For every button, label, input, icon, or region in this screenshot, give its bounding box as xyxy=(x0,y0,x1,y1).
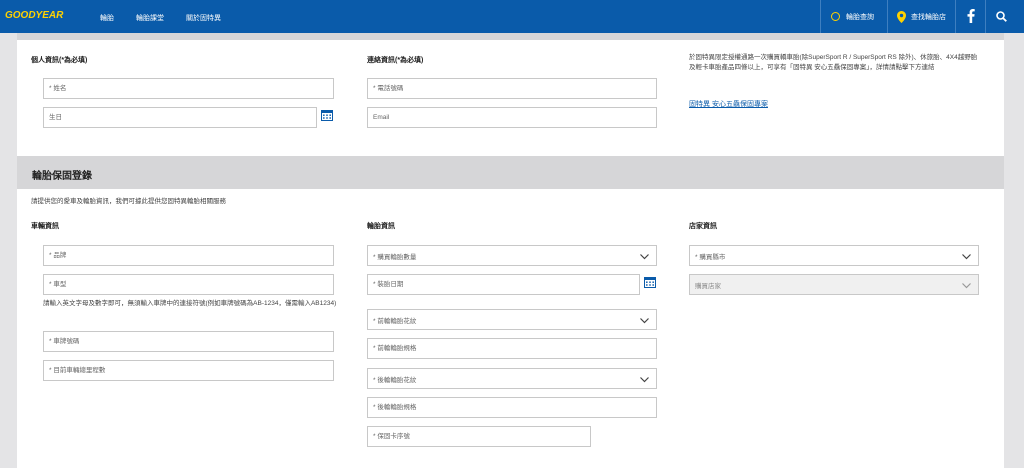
search-icon[interactable] xyxy=(996,11,1007,22)
warranty-intro: 請提供您的愛車及輪胎資訊，我們可據此提供您固特異輪胎相關服務 xyxy=(31,198,226,205)
plate-note: 請輸入英文字母及數字即可，無須輸入車牌中的連接符號(例如車牌號碼為AB-1234… xyxy=(43,300,337,307)
goodyear-logo[interactable]: GOODYEAR xyxy=(5,10,63,21)
chevron-down-icon xyxy=(962,254,971,260)
chevron-down-icon xyxy=(640,377,649,383)
tire-warranty-panel: 輪胎保固登錄 請提供您的愛車及輪胎資訊，我們可據此提供您固特異輪胎相關服務 車輛… xyxy=(17,156,1004,468)
city-value: * 購買縣市 xyxy=(695,253,726,261)
calendar-icon[interactable] xyxy=(321,109,333,121)
front-pattern-value: * 前輪輪胎花紋 xyxy=(373,317,417,325)
chevron-down-icon xyxy=(640,254,649,260)
rear-size-input[interactable] xyxy=(367,397,657,418)
section-title: 輪胎保固登錄 xyxy=(32,171,92,182)
email-input[interactable] xyxy=(367,107,657,128)
calendar-icon[interactable] xyxy=(644,276,656,288)
nav-divider xyxy=(820,0,821,33)
front-pattern-select[interactable]: * 前輪輪胎花紋 xyxy=(367,309,657,330)
store-search-button[interactable]: 查找輪胎店 xyxy=(897,0,946,33)
tire-quantity-select[interactable]: * 購買輪胎數量 xyxy=(367,245,657,266)
store-value: 購買店家 xyxy=(695,282,721,290)
facebook-icon[interactable] xyxy=(967,9,975,23)
rear-pattern-value: * 後輪輪胎花紋 xyxy=(373,376,417,384)
nav-divider xyxy=(955,0,956,33)
section-band: 輪胎保固登錄 xyxy=(17,156,1004,189)
brand-input[interactable] xyxy=(43,245,334,266)
top-navbar: GOODYEAR 輪胎 輪胎課堂 關於固特異 輪胎查詢 查找輪胎店 xyxy=(0,0,1024,33)
model-input[interactable] xyxy=(43,274,334,295)
tire-search-label: 輪胎查詢 xyxy=(846,13,874,21)
nav-link-tires[interactable]: 輪胎 xyxy=(100,13,114,23)
birthday-input[interactable] xyxy=(43,107,317,128)
location-pin-icon xyxy=(897,10,906,23)
personal-info-panel: 個人資訊(*為必填) 連絡資訊(*為必填) 於固特異限定授權通路一次購買轎車胎(… xyxy=(17,33,1004,157)
tire-quantity-value: * 購買輪胎數量 xyxy=(373,253,417,261)
dealer-info-heading: 店家資訊 xyxy=(689,223,717,230)
tire-search-button[interactable]: 輪胎查詢 xyxy=(831,0,874,33)
store-search-label: 查找輪胎店 xyxy=(911,13,946,21)
nav-link-about[interactable]: 關於固特異 xyxy=(186,13,221,23)
nav-link-tire-class[interactable]: 輪胎課堂 xyxy=(136,13,164,23)
vehicle-info-heading: 車輛資訊 xyxy=(31,223,59,230)
name-input[interactable] xyxy=(43,78,334,99)
warranty-program-link[interactable]: 固特異 安心五驫保固專案 xyxy=(689,99,768,109)
warranty-promo-text: 於固特異限定授權通路一次購買轎車胎(除SuperSport R / SuperS… xyxy=(689,54,978,71)
contact-info-heading: 連絡資訊(*為必填) xyxy=(367,57,424,64)
warranty-card-input[interactable] xyxy=(367,426,591,447)
nav-divider xyxy=(985,0,986,33)
store-select[interactable]: 購買店家 xyxy=(689,274,979,295)
nav-divider xyxy=(887,0,888,33)
personal-info-heading: 個人資訊(*為必填) xyxy=(31,57,88,64)
mileage-input[interactable] xyxy=(43,360,334,381)
front-size-input[interactable] xyxy=(367,338,657,359)
install-date-input[interactable] xyxy=(367,274,640,295)
rear-pattern-select[interactable]: * 後輪輪胎花紋 xyxy=(367,368,657,389)
tire-info-heading: 輪胎資訊 xyxy=(367,223,395,230)
plate-input[interactable] xyxy=(43,331,334,352)
chevron-down-icon xyxy=(962,283,971,289)
phone-input[interactable] xyxy=(367,78,657,99)
chevron-down-icon xyxy=(640,318,649,324)
city-select[interactable]: * 購買縣市 xyxy=(689,245,979,266)
tire-icon xyxy=(831,12,840,21)
